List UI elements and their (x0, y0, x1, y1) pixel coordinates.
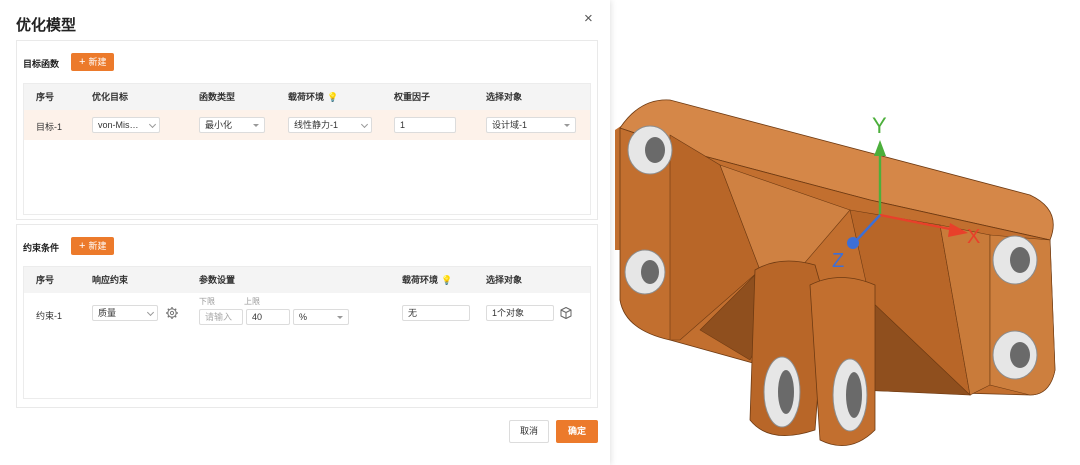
header-weight: 权重因子 (394, 92, 431, 102)
header-load-env-label: 载荷环境 (288, 92, 325, 102)
axis-y-label: Y (872, 113, 887, 138)
header-load-env: 载荷环境 💡 (288, 84, 338, 110)
load-env-select[interactable]: 线性静力-1 (288, 117, 372, 133)
caret-down-icon (564, 124, 570, 127)
constraint-section: 约束条件 + 新建 序号 响应约束 参数设置 载荷环境 💡 选择对象 约束-1 质量 (16, 224, 598, 408)
table-row: 目标-1 von-Mis… 最小化 线性静力-1 1 设计域-1 (24, 110, 590, 140)
func-type-value: 最小化 (205, 120, 233, 130)
header-func-type: 函数类型 (199, 92, 236, 102)
select-object-select[interactable]: 设计域-1 (486, 117, 576, 133)
plus-icon: + (79, 240, 86, 252)
objective-section: 目标函数 + 新建 序号 优化目标 函数类型 载荷环境 💡 权重因子 选择对象 目标… (16, 40, 598, 220)
header-response: 响应约束 (92, 275, 129, 285)
caret-down-icon (253, 124, 259, 127)
add-objective-label: 新建 (88, 57, 107, 67)
table-row: 约束-1 质量 下限 上限 请输入 40 % 无 1个对象 (24, 293, 590, 333)
cancel-button[interactable]: 取消 (509, 420, 549, 443)
header-select: 选择对象 (486, 275, 523, 285)
objective-table: 序号 优化目标 函数类型 载荷环境 💡 权重因子 选择对象 目标-1 von-Mi… (23, 83, 591, 215)
add-constraint-button[interactable]: + 新建 (71, 237, 115, 255)
header-index: 序号 (36, 275, 55, 285)
caret-down-icon (337, 316, 343, 319)
header-params: 参数设置 (199, 275, 236, 285)
func-type-select[interactable]: 最小化 (199, 117, 265, 133)
add-objective-button[interactable]: + 新建 (71, 53, 115, 71)
header-target: 优化目标 (92, 92, 129, 102)
response-value: 质量 (98, 308, 117, 318)
header-load-env: 载荷环境 💡 (402, 267, 452, 293)
unit-value: % (299, 312, 308, 322)
axis-z-label: Z (832, 250, 844, 272)
constraint-section-label: 约束条件 (23, 243, 60, 253)
bracket-model (615, 99, 1056, 446)
response-select[interactable]: 质量 (92, 305, 158, 321)
unit-select[interactable]: % (293, 309, 349, 325)
model-viewport[interactable]: Y X Z (610, 0, 1080, 465)
header-index: 序号 (36, 92, 55, 102)
constraint-table-header: 序号 响应约束 参数设置 载荷环境 💡 选择对象 (24, 267, 590, 293)
constraint-select-object[interactable]: 1个对象 (486, 305, 554, 321)
add-constraint-label: 新建 (88, 241, 107, 251)
cube-icon[interactable] (558, 305, 574, 321)
upper-limit-label: 上限 (244, 297, 260, 306)
chevron-down-icon (360, 120, 369, 129)
target-select-value: von-Mis… (98, 120, 139, 130)
axis-x-label: X (967, 226, 980, 248)
confirm-button[interactable]: 确定 (556, 420, 598, 443)
chevron-down-icon (148, 120, 157, 129)
close-icon[interactable]: × (584, 10, 593, 27)
upper-limit-input[interactable]: 40 (246, 309, 290, 325)
gear-icon[interactable] (164, 305, 180, 321)
load-env-value: 线性静力-1 (294, 120, 339, 130)
objective-table-header: 序号 优化目标 函数类型 载荷环境 💡 权重因子 选择对象 (24, 84, 590, 110)
header-select: 选择对象 (486, 92, 523, 102)
weight-input[interactable]: 1 (394, 117, 456, 133)
objective-section-label: 目标函数 (23, 59, 60, 69)
lightbulb-icon: 💡 (441, 275, 453, 285)
target-select[interactable]: von-Mis… (92, 117, 160, 133)
plus-icon: + (79, 56, 86, 68)
constraint-table: 序号 响应约束 参数设置 载荷环境 💡 选择对象 约束-1 质量 下限 上限 请… (23, 266, 591, 399)
objective-index: 目标-1 (36, 122, 63, 132)
constraint-index: 约束-1 (36, 311, 63, 321)
select-object-value: 设计域-1 (492, 120, 528, 130)
lower-limit-label: 下限 (199, 297, 215, 306)
lightbulb-icon: 💡 (327, 92, 339, 102)
chevron-down-icon (146, 308, 155, 317)
optimize-model-dialog: 优化模型 × 目标函数 + 新建 序号 优化目标 函数类型 载荷环境 💡 权重因子 … (0, 0, 610, 465)
header-load-env-label: 载荷环境 (402, 275, 439, 285)
lower-limit-input[interactable]: 请输入 (199, 309, 243, 325)
dialog-title: 优化模型 (16, 17, 77, 34)
constraint-load-env-input[interactable]: 无 (402, 305, 470, 321)
